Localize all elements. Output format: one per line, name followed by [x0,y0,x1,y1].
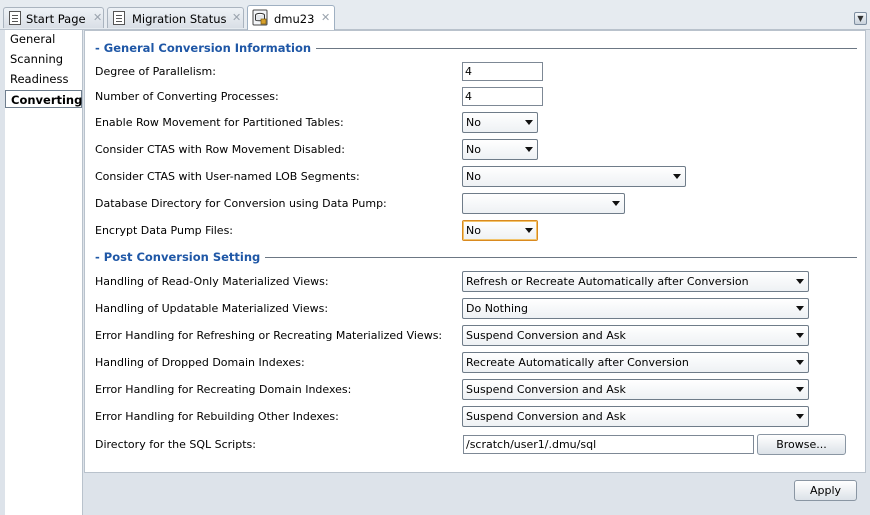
encrypt-label: Encrypt Data Pump Files: [95,224,234,237]
tab-migration-status[interactable]: Migration Status ✕ [107,7,244,28]
chevron-down-icon [673,174,681,179]
processes-input[interactable]: 4 [462,87,543,106]
select-value: Suspend Conversion and Ask [466,383,626,396]
error-mv-label: Error Handling for Refreshing or Recreat… [95,329,443,342]
db-directory-label: Database Directory for Conversion using … [95,197,387,210]
tab-list-dropdown-icon[interactable]: ▼ [854,12,867,25]
editor-tab-bar: Start Page ✕ Migration Status ✕ dmu23 ✕ … [0,0,870,30]
tab-start-page[interactable]: Start Page ✕ [3,7,104,28]
parallelism-label: Degree of Parallelism: [95,65,216,78]
select-value: No [466,116,481,129]
sidebar-item-scanning[interactable]: Scanning [5,50,82,68]
dropped-index-select[interactable]: Recreate Automatically after Conversion [462,352,809,373]
section-title-post: - Post Conversion Setting [95,250,266,264]
sidebar-item-readiness[interactable]: Readiness [5,70,82,88]
ctas-lob-select[interactable]: No [462,166,686,187]
chevron-down-icon [796,360,804,365]
sidebar-item-general[interactable]: General [5,30,82,48]
error-domain-index-select[interactable]: Suspend Conversion and Ask [462,379,809,400]
encrypt-select[interactable]: No [462,220,538,241]
ctas-row-movement-label: Consider CTAS with Row Movement Disabled… [95,143,345,156]
close-icon[interactable]: ✕ [321,11,330,24]
document-icon [113,11,125,25]
readonly-mv-select[interactable]: Refresh or Recreate Automatically after … [462,271,809,292]
section-title-text: Post Conversion Setting [103,250,261,264]
tab-label: dmu23 [274,12,315,26]
row-movement-label: Enable Row Movement for Partitioned Tabl… [95,116,344,129]
chevron-down-icon [796,387,804,392]
error-other-index-select[interactable]: Suspend Conversion and Ask [462,406,809,427]
chevron-down-icon [612,201,620,206]
select-value: Do Nothing [466,302,528,315]
section-title-general: - General Conversion Information [95,41,317,55]
tab-dmu23[interactable]: dmu23 ✕ [247,5,335,30]
close-icon[interactable]: ✕ [232,11,241,24]
sql-dir-input[interactable]: /scratch/user1/.dmu/sql [463,435,754,454]
sql-dir-label: Directory for the SQL Scripts: [95,438,256,451]
tab-label: Start Page [26,12,86,26]
ctas-row-movement-select[interactable]: No [462,139,538,160]
processes-label: Number of Converting Processes: [95,90,279,103]
select-value: No [466,143,481,156]
converting-settings-panel: - General Conversion Information Degree … [84,30,866,473]
close-icon[interactable]: ✕ [93,11,102,24]
document-icon [9,11,21,25]
tab-label: Migration Status [132,12,227,26]
ctas-lob-label: Consider CTAS with User-named LOB Segmen… [95,170,360,183]
database-icon [252,9,268,26]
error-mv-select[interactable]: Suspend Conversion and Ask [462,325,809,346]
apply-button[interactable]: Apply [794,480,857,501]
row-movement-select[interactable]: No [462,112,538,133]
chevron-down-icon [525,228,533,233]
browse-button[interactable]: Browse... [757,434,846,455]
db-directory-select[interactable] [462,193,625,214]
chevron-down-icon [796,306,804,311]
select-value: No [466,224,481,237]
readonly-mv-label: Handling of Read-Only Materialized Views… [95,275,329,288]
select-value: Suspend Conversion and Ask [466,410,626,423]
select-value: Recreate Automatically after Conversion [466,356,689,369]
select-value: No [466,170,481,183]
sidebar-item-converting[interactable]: Converting [5,90,82,108]
chevron-down-icon [525,147,533,152]
parallelism-input[interactable]: 4 [462,62,543,81]
dropped-index-label: Handling of Dropped Domain Indexes: [95,356,305,369]
error-domain-index-label: Error Handling for Recreating Domain Ind… [95,383,352,396]
updatable-mv-label: Handling of Updatable Materialized Views… [95,302,329,315]
chevron-down-icon [796,414,804,419]
sidebar-nav: General Scanning Readiness Converting [5,30,83,515]
chevron-down-icon [796,333,804,338]
section-title-text: General Conversion Information [103,41,312,55]
chevron-down-icon [796,279,804,284]
select-value: Suspend Conversion and Ask [466,329,626,342]
select-value: Refresh or Recreate Automatically after … [466,275,749,288]
updatable-mv-select[interactable]: Do Nothing [462,298,809,319]
error-other-index-label: Error Handling for Rebuilding Other Inde… [95,410,339,423]
chevron-down-icon [525,120,533,125]
